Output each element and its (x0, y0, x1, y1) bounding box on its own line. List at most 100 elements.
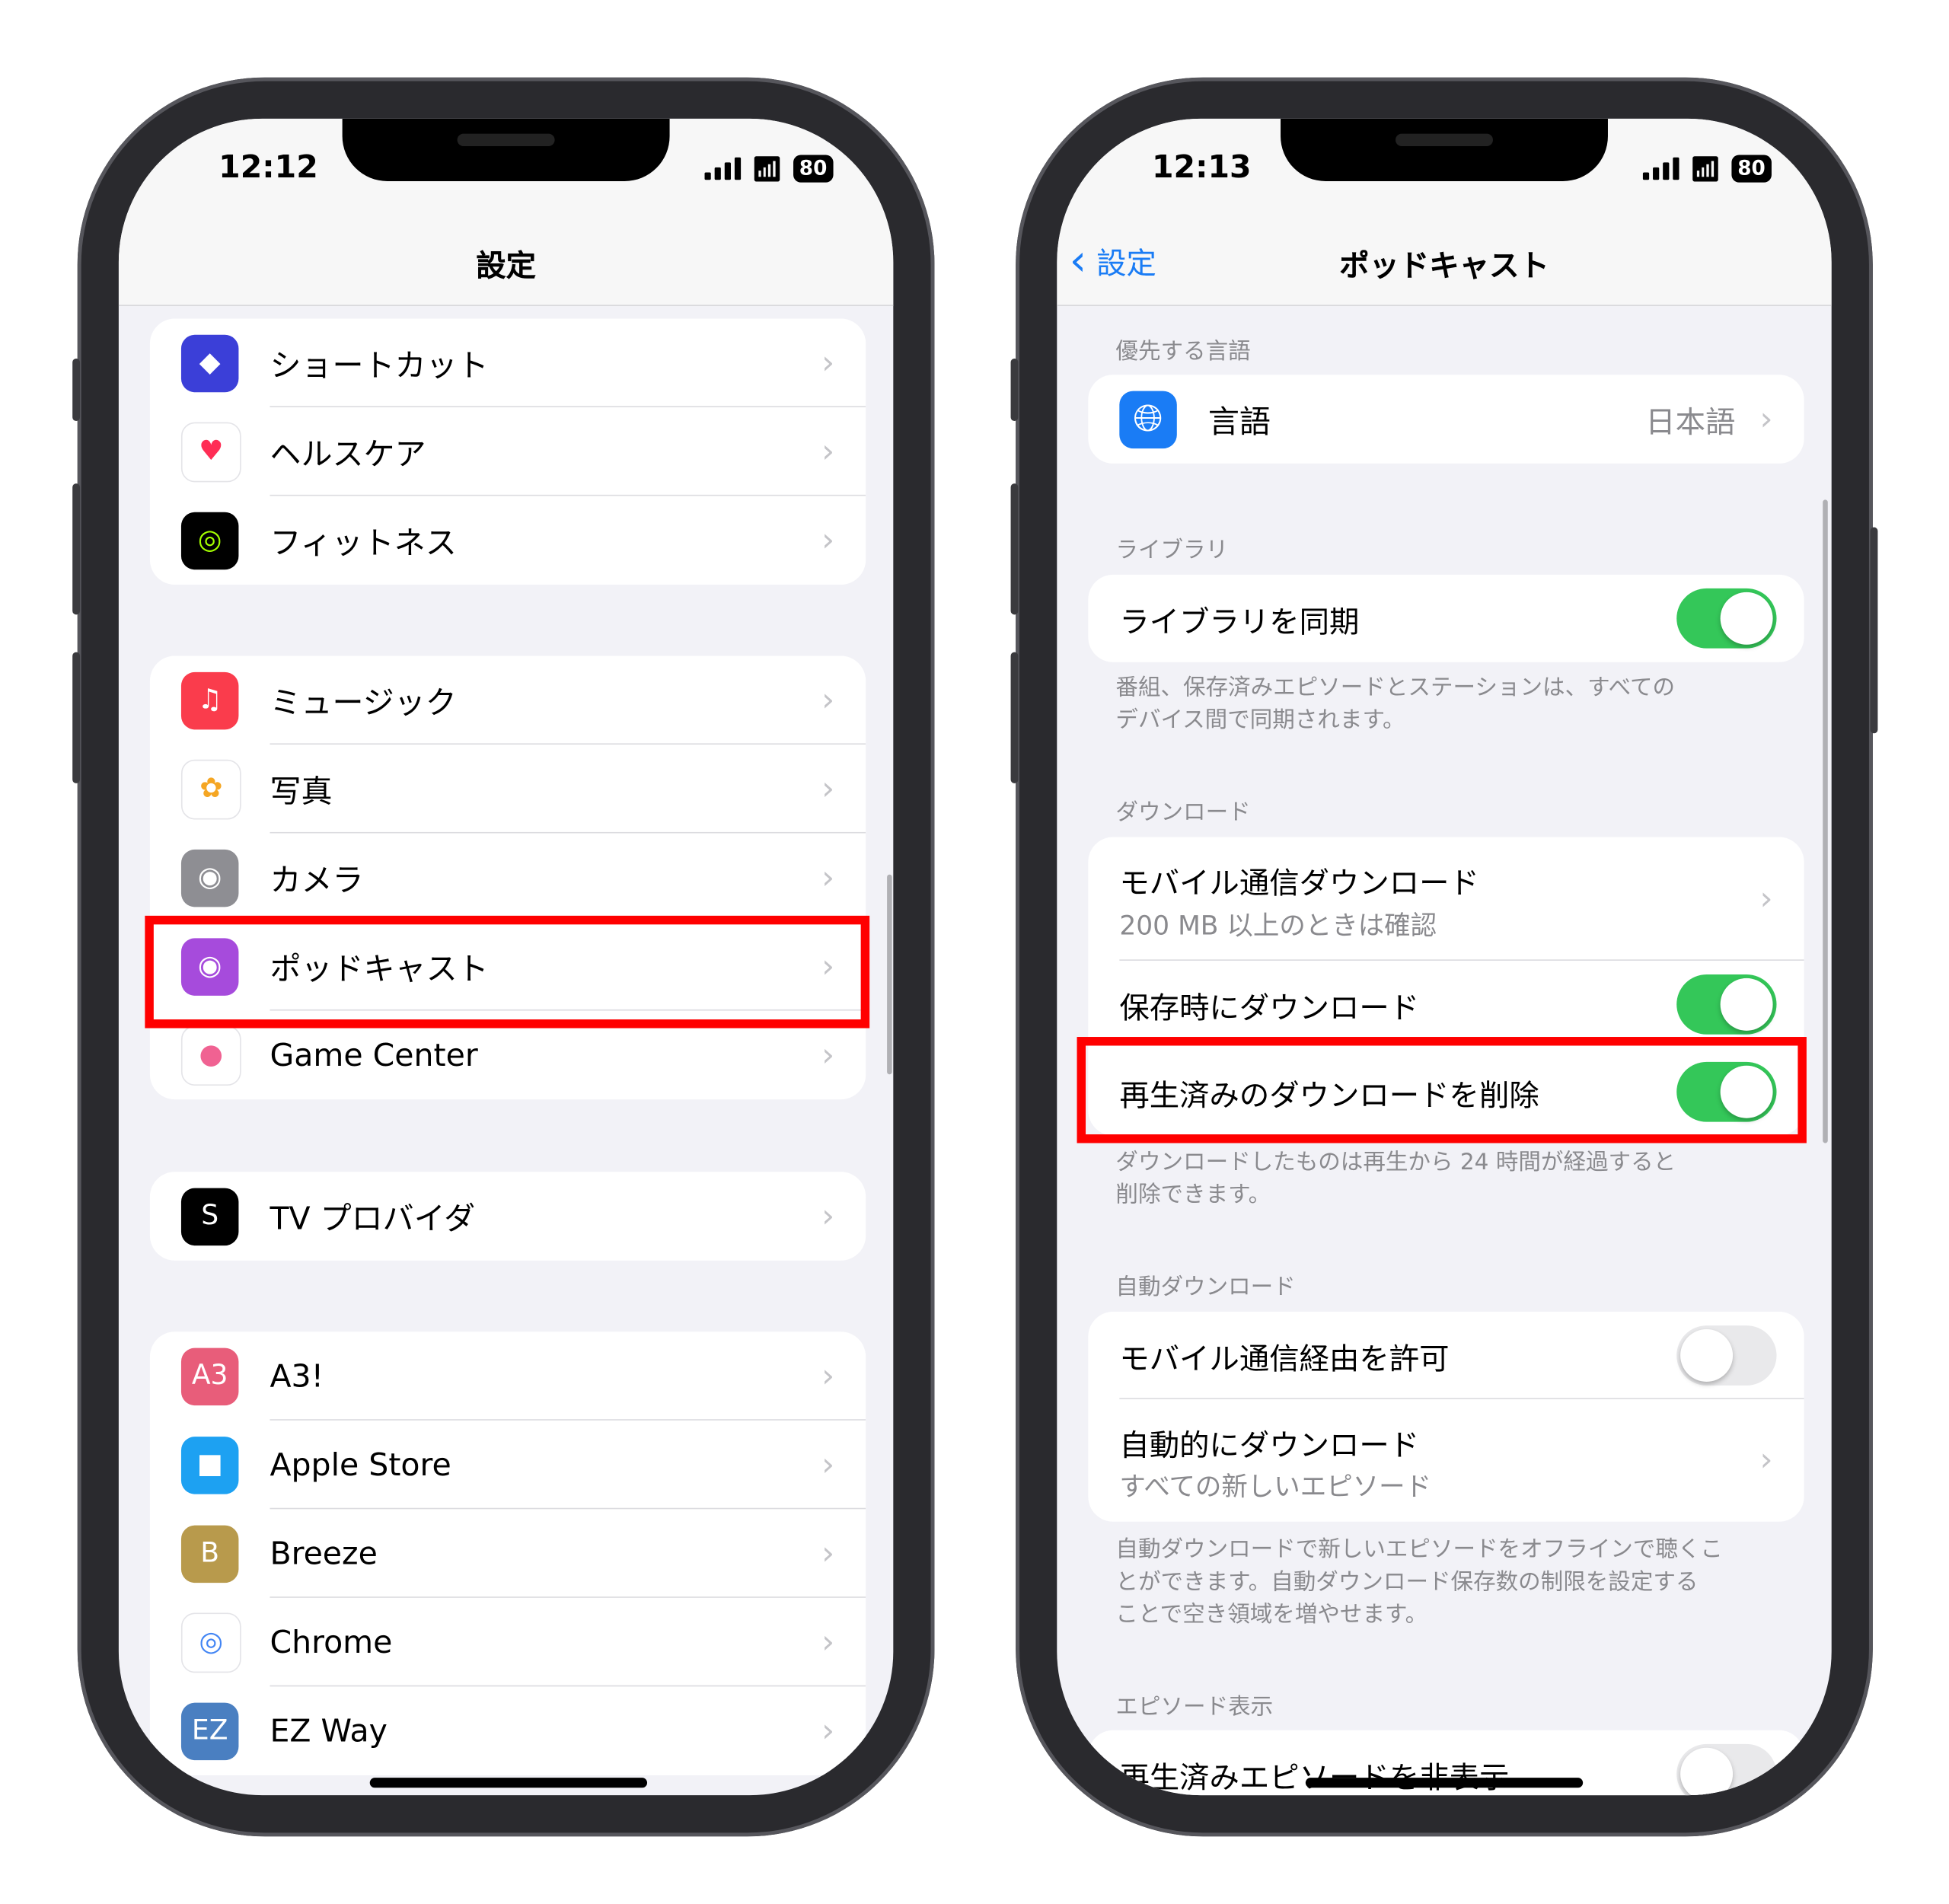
game-center-icon: ● (180, 1025, 241, 1086)
settings-row-label: Game Center (270, 1037, 478, 1073)
page-title: ポッドキャスト (1339, 248, 1549, 284)
allow-cellular-toggle[interactable] (1676, 1325, 1777, 1386)
hide-played-toggle[interactable] (1676, 1743, 1777, 1796)
tv-provider-icon: S (180, 1187, 239, 1245)
chevron-right-icon: › (821, 1623, 835, 1661)
chevron-right-icon: › (821, 1446, 835, 1484)
chevron-right-icon: › (1759, 1441, 1773, 1479)
signal-icon (705, 157, 742, 180)
highlight-box (1077, 1037, 1807, 1143)
library-group: ライブラリを同期 (1088, 574, 1804, 662)
chevron-right-icon: › (821, 1357, 835, 1395)
auto-download-sub: すべての新しいエピソード (1119, 1472, 1432, 1502)
status-time: 12:12 (219, 148, 318, 185)
hide-played-label: 再生済みエピソードを非表示 (1119, 1753, 1509, 1796)
settings-row[interactable]: ◉ カメラ › (150, 834, 866, 923)
settings-row[interactable]: ◎ フィットネス › (150, 496, 866, 585)
settings-row[interactable]: ♫ ミュージック › (150, 656, 866, 745)
wifi-icon: 📶︎ (751, 153, 783, 184)
health-heart-icon: ♥ (180, 421, 241, 482)
sync-library-toggle[interactable] (1676, 588, 1777, 649)
camera-icon: ◉ (180, 849, 239, 907)
left-screen: 12:12 📶︎ 80 設定 ◆ ショートカット › ♥ ヘルスケア › ◎ フィットネス › ♫… (118, 118, 894, 1796)
settings-row[interactable]: ◆ ショートカット › (150, 318, 866, 407)
chevron-right-icon: › (821, 859, 835, 897)
language-row[interactable]: 🌐︎ 言語 日本語 › (1088, 375, 1804, 464)
settings-row[interactable]: A3 A3! › (150, 1332, 866, 1421)
settings-row[interactable]: ■ Apple Store › (150, 1421, 866, 1510)
settings-row-label: Apple Store (270, 1446, 451, 1483)
download-on-save-label: 保存時にダウンロード (1119, 990, 1420, 1025)
language-label: 言語 (1207, 403, 1271, 439)
scrollbar[interactable] (1823, 499, 1828, 1143)
settings-group: S TV プロバイダ › (149, 1172, 866, 1261)
settings-group: A3 A3! › ■ Apple Store › B Breeze › ◎ Chrome › EZ EZ … (149, 1332, 866, 1775)
settings-row-label: ヘルスケア (270, 435, 426, 472)
chrome-icon: ◎ (180, 1612, 241, 1673)
status-time: 12:13 (1152, 148, 1252, 185)
settings-row-label: Chrome (270, 1624, 393, 1660)
footer-line: 番組、保存済みエピソードとステーションは、すべての (1115, 675, 1676, 701)
settings-row[interactable]: EZ EZ Way › (150, 1686, 866, 1775)
cellular-download-label: モバイル通信ダウンロード (1119, 866, 1479, 901)
download-footer: ダウンロードしたものは再生から 24 時間が経過すると 削除できます。 (1115, 1147, 1740, 1211)
footer-line: とができます。自動ダウンロード保存数の制限を設定する (1115, 1569, 1699, 1596)
right-screen: 12:13 📶︎ 80 ‹ 設定 ポッドキャスト 優先する言語 🌐︎ 言語 日本… (1057, 118, 1832, 1796)
chevron-right-icon: › (821, 1036, 835, 1074)
settings-row-label: A3! (270, 1357, 324, 1395)
settings-row-label: カメラ (270, 861, 364, 898)
settings-group: ◆ ショートカット › ♥ ヘルスケア › ◎ フィットネス › (149, 318, 866, 585)
right-phone-frame: 12:13 📶︎ 80 ‹ 設定 ポッドキャスト 優先する言語 🌐︎ 言語 日本… (1010, 77, 1878, 1837)
music-note-icon: ♫ (180, 671, 239, 729)
chevron-right-icon: › (821, 1711, 835, 1750)
chevron-right-icon: › (821, 681, 835, 719)
scrollbar[interactable] (887, 874, 892, 1075)
settings-row-label: ミュージック (270, 684, 457, 721)
breeze-app-icon: B (180, 1524, 239, 1583)
allow-cellular-label: モバイル通信経由を許可 (1119, 1341, 1450, 1376)
chevron-right-icon: › (821, 521, 835, 560)
page-title: 設定 (476, 248, 536, 284)
download-on-save-toggle[interactable] (1676, 974, 1777, 1035)
settings-row-label: TV プロバイダ (270, 1200, 476, 1236)
settings-row[interactable]: ✿ 写真 › (150, 745, 866, 834)
apple-store-bag-icon: ■ (180, 1436, 239, 1494)
cellular-download-sub: 200 MB 以上のときは確認 (1119, 911, 1437, 941)
cellular-download-row[interactable]: モバイル通信ダウンロード 200 MB 以上のときは確認 › (1088, 837, 1804, 961)
photos-flower-icon: ✿ (180, 758, 241, 819)
chevron-right-icon: › (1759, 880, 1773, 918)
section-header-episode-display: エピソード表示 (1115, 1694, 1274, 1721)
chevron-right-icon: › (821, 1534, 835, 1573)
settings-row[interactable]: ♥ ヘルスケア › (150, 407, 866, 496)
auto-download-label: 自動的にダウンロード (1119, 1427, 1420, 1463)
a3-app-icon: A3 (180, 1347, 239, 1405)
signal-icon (1643, 157, 1680, 180)
settings-row[interactable]: ◎ Chrome › (150, 1598, 866, 1687)
home-indicator[interactable] (1305, 1778, 1584, 1788)
allow-cellular-row: モバイル通信経由を許可 (1088, 1312, 1804, 1399)
podcast-settings: 優先する言語 🌐︎ 言語 日本語 › ライブラリ ライブラリを同期 番組、保存済… (1057, 119, 1831, 1796)
home-indicator[interactable] (369, 1778, 648, 1788)
sync-library-row: ライブラリを同期 (1088, 575, 1804, 662)
auto-download-row[interactable]: 自動的にダウンロード すべての新しいエピソード › (1088, 1399, 1804, 1522)
settings-row-label: EZ Way (270, 1712, 388, 1749)
footer-line: 自動ダウンロードで新しいエピソードをオフラインで聴くこ (1115, 1536, 1723, 1563)
section-header-language: 優先する言語 (1115, 338, 1251, 365)
chevron-right-icon: › (821, 344, 835, 382)
auto-download-group: モバイル通信経由を許可 自動的にダウンロード すべての新しいエピソード › (1088, 1312, 1804, 1522)
ez-way-app-icon: EZ (180, 1701, 239, 1760)
wifi-icon: 📶︎ (1689, 153, 1721, 184)
left-phone-frame: 12:12 📶︎ 80 設定 ◆ ショートカット › ♥ ヘルスケア › ◎ フィットネス › ♫… (72, 77, 935, 1837)
settings-row-label: 写真 (270, 772, 333, 809)
chevron-right-icon: › (1759, 400, 1773, 439)
section-header-download: ダウンロード (1115, 799, 1251, 826)
settings-group: ♫ ミュージック › ✿ 写真 › ◉ カメラ › ◉ ポッドキャスト › ● Game Center › (149, 655, 866, 1100)
footer-line: 削除できます。 (1115, 1182, 1271, 1208)
settings-row-label: フィットネス (270, 524, 457, 560)
section-header-library: ライブラリ (1115, 537, 1229, 564)
footer-line: ダウンロードしたものは再生から 24 時間が経過すると (1115, 1149, 1676, 1176)
settings-row[interactable]: S TV プロバイダ › (150, 1172, 866, 1261)
section-header-auto-download: 自動ダウンロード (1115, 1274, 1296, 1301)
chevron-right-icon: › (821, 770, 835, 808)
settings-row[interactable]: B Breeze › (150, 1509, 866, 1598)
